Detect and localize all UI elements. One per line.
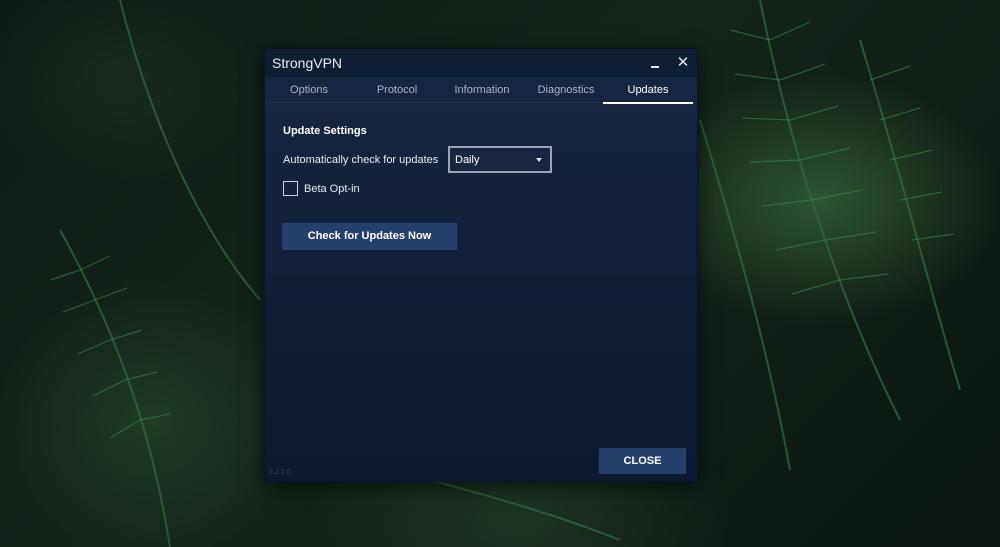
- minimize-icon: [651, 66, 659, 68]
- tab-protocol[interactable]: Protocol: [353, 77, 441, 103]
- chevron-down-icon: [536, 158, 542, 162]
- version-label: 2.2.1.0: [269, 469, 291, 476]
- title-bar[interactable]: StrongVPN ✕: [265, 49, 697, 77]
- beta-opt-in-label[interactable]: Beta Opt-in: [304, 183, 360, 195]
- beta-opt-in-checkbox[interactable]: [283, 181, 298, 196]
- update-frequency-value: Daily: [455, 154, 480, 166]
- close-icon: ✕: [676, 54, 690, 71]
- close-button[interactable]: CLOSE: [599, 448, 686, 474]
- settings-window: StrongVPN ✕ Options Protocol Information…: [264, 48, 698, 482]
- check-for-updates-button[interactable]: Check for Updates Now: [282, 223, 457, 250]
- section-title: Update Settings: [283, 125, 367, 137]
- auto-check-label: Automatically check for updates: [283, 154, 439, 166]
- close-window-button[interactable]: ✕: [673, 53, 693, 73]
- tab-diagnostics[interactable]: Diagnostics: [523, 77, 609, 103]
- tab-updates[interactable]: Updates: [603, 77, 693, 104]
- minimize-button[interactable]: [645, 53, 665, 73]
- window-title: StrongVPN: [272, 55, 343, 71]
- tab-options[interactable]: Options: [265, 77, 353, 103]
- tab-information[interactable]: Information: [441, 77, 523, 103]
- tab-bar: Options Protocol Information Diagnostics…: [265, 77, 697, 104]
- update-frequency-select[interactable]: Daily: [448, 146, 552, 173]
